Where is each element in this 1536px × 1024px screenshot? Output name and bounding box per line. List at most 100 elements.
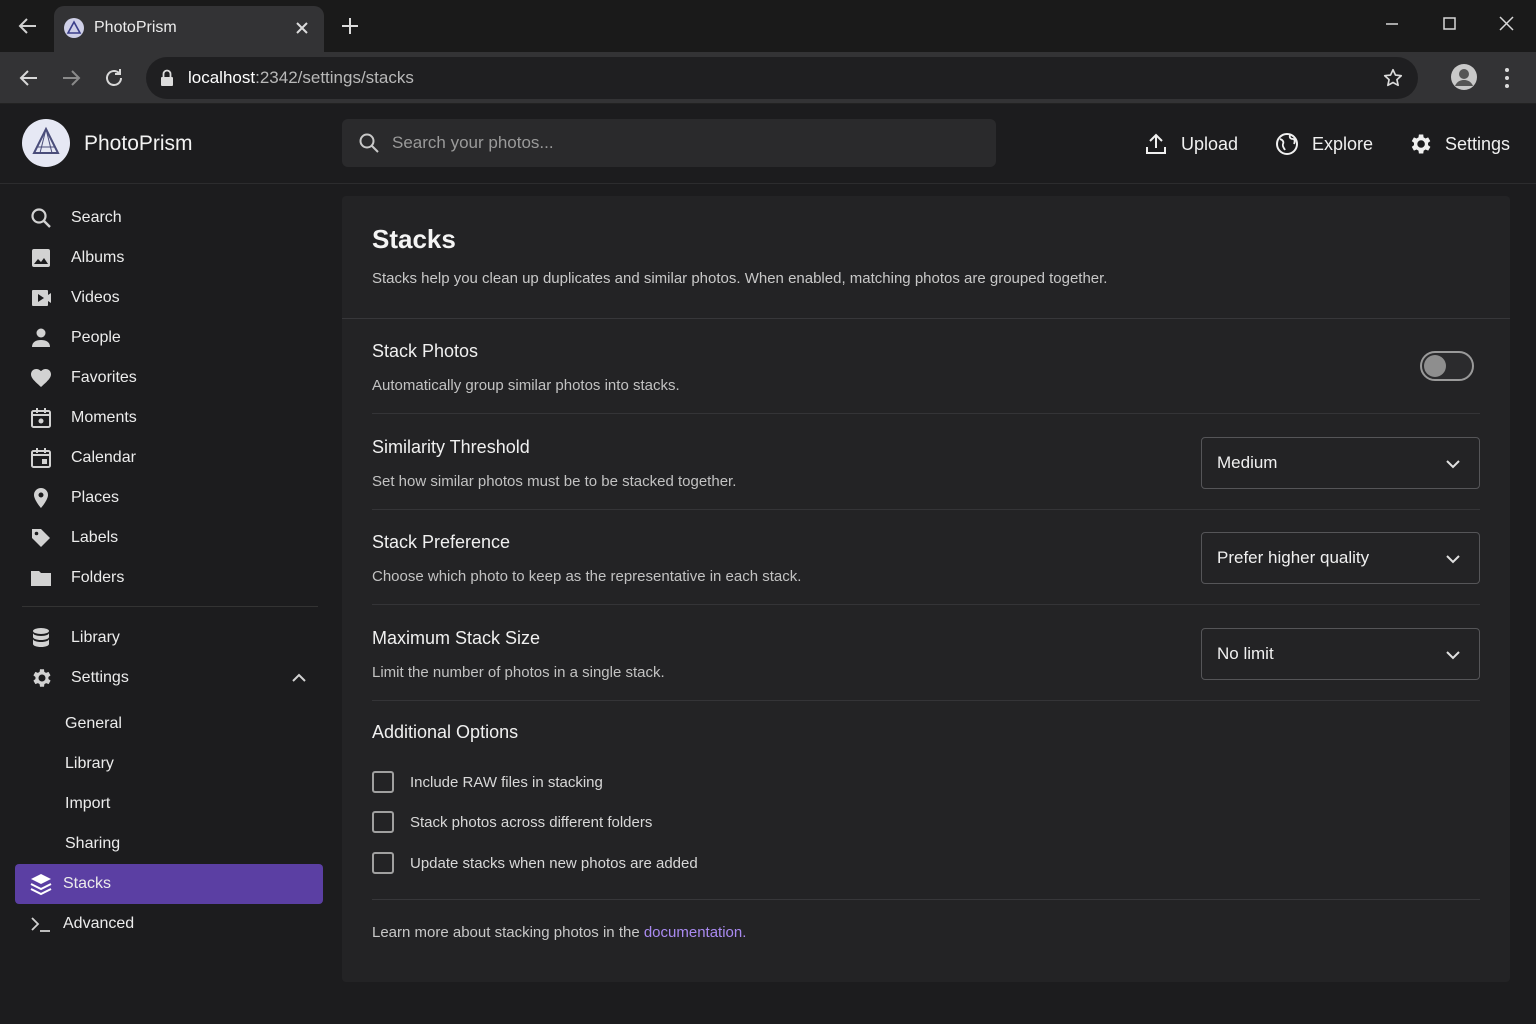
window-close-icon[interactable] bbox=[1492, 10, 1520, 38]
gear-icon bbox=[1411, 134, 1431, 154]
terminal-icon bbox=[31, 917, 50, 932]
sidebar-item-label: Places bbox=[71, 489, 120, 506]
sidebar-item-moments[interactable]: Moments bbox=[15, 398, 323, 438]
sidebar-item-folders[interactable]: Folders bbox=[15, 558, 323, 598]
calendar-moments-icon bbox=[31, 408, 51, 428]
documentation-note: Learn more about stacking photos in the … bbox=[372, 924, 746, 941]
checkbox[interactable] bbox=[372, 852, 394, 874]
map-pin-icon bbox=[34, 488, 48, 508]
profile-avatar-icon[interactable] bbox=[1450, 63, 1478, 91]
sidebar-subitem-label: Sharing bbox=[65, 835, 121, 852]
select-value: Prefer higher quality bbox=[1217, 548, 1370, 567]
sidebar-subitem-general[interactable]: General bbox=[15, 704, 323, 744]
stack-photos-row: Stack Photos Automatically group similar… bbox=[372, 319, 1480, 414]
settings-label: Settings bbox=[1445, 133, 1511, 154]
sidebar-item-people[interactable]: People bbox=[15, 318, 323, 358]
explore-label: Explore bbox=[1312, 133, 1374, 154]
sidebar-item-videos[interactable]: Videos bbox=[15, 278, 323, 318]
checkbox[interactable] bbox=[372, 811, 394, 833]
sidebar-item-search[interactable]: Search bbox=[15, 198, 323, 238]
back-arrow-icon[interactable] bbox=[16, 14, 40, 38]
sidebar-subitem-label: General bbox=[65, 715, 122, 732]
stack-preference-select[interactable]: Prefer higher quality bbox=[1201, 532, 1480, 584]
additional-options-title: Additional Options bbox=[372, 722, 519, 742]
sidebar-item-label: Search bbox=[71, 209, 122, 226]
photoprism-logo-icon[interactable] bbox=[22, 119, 70, 167]
divider bbox=[372, 899, 1480, 900]
option-include-raw[interactable]: Include RAW files in stacking bbox=[372, 770, 603, 794]
max-stack-size-title: Maximum Stack Size bbox=[372, 628, 541, 648]
sidebar-subitem-stacks[interactable]: Stacks bbox=[15, 864, 323, 904]
sidebar-subitem-import[interactable]: Import bbox=[15, 784, 323, 824]
search-icon bbox=[31, 208, 51, 228]
option-update-stacks[interactable]: Update stacks when new photos are added bbox=[372, 851, 698, 875]
minimize-icon[interactable] bbox=[1378, 10, 1406, 38]
browser-tab[interactable]: PhotoPrism bbox=[54, 6, 324, 52]
new-tab-icon[interactable] bbox=[338, 14, 362, 38]
max-stack-size-description: Limit the number of photos in a single s… bbox=[372, 664, 665, 681]
maximize-icon[interactable] bbox=[1435, 10, 1463, 38]
sidebar-item-calendar[interactable]: Calendar bbox=[15, 438, 323, 478]
app-header: PhotoPrism Upload Explore Settings bbox=[0, 104, 1536, 184]
sidebar-subitem-label: Library bbox=[65, 755, 114, 772]
stack-preference-description: Choose which photo to keep as the repres… bbox=[372, 568, 802, 585]
option-label: Stack photos across different folders bbox=[410, 813, 653, 831]
page-description: Stacks help you clean up duplicates and … bbox=[372, 270, 1108, 287]
explore-button[interactable]: Explore bbox=[1274, 128, 1373, 160]
search-input[interactable] bbox=[392, 131, 972, 155]
option-across-folders[interactable]: Stack photos across different folders bbox=[372, 810, 652, 834]
sidebar-subitem-advanced[interactable]: Advanced bbox=[15, 904, 323, 944]
max-stack-size-select[interactable]: No limit bbox=[1201, 628, 1480, 680]
select-value: Medium bbox=[1217, 453, 1278, 472]
folder-icon bbox=[31, 571, 51, 586]
sidebar-item-label: People bbox=[71, 329, 121, 346]
sidebar-item-library[interactable]: Library bbox=[15, 618, 323, 658]
stack-photos-toggle[interactable] bbox=[1420, 351, 1474, 381]
sidebar-item-label: Settings bbox=[71, 669, 129, 686]
sidebar-item-settings[interactable]: Settings bbox=[15, 658, 323, 698]
sidebar-item-label: Calendar bbox=[71, 449, 136, 466]
search-icon bbox=[358, 132, 380, 154]
sidebar-item-places[interactable]: Places bbox=[15, 478, 323, 518]
sidebar-item-favorites[interactable]: Favorites bbox=[15, 358, 323, 398]
layers-icon bbox=[30, 874, 52, 896]
sidebar-item-albums[interactable]: Albums bbox=[15, 238, 323, 278]
chevron-up-icon[interactable] bbox=[289, 668, 309, 688]
back-icon[interactable] bbox=[16, 65, 42, 91]
browser-menu-icon[interactable] bbox=[1496, 64, 1518, 92]
globe-icon bbox=[1276, 133, 1298, 155]
forward-icon[interactable] bbox=[58, 65, 84, 91]
browser-address-bar: localhost:2342/settings/stacks bbox=[0, 52, 1536, 104]
stack-photos-title: Stack Photos bbox=[372, 341, 479, 361]
sidebar-item-label: Albums bbox=[71, 249, 125, 266]
similarity-threshold-description: Set how similar photos must be to be sta… bbox=[372, 473, 737, 490]
toggle-knob bbox=[1424, 355, 1446, 377]
url-text: localhost:2342/settings/stacks bbox=[188, 68, 414, 88]
close-tab-icon[interactable] bbox=[292, 18, 312, 38]
documentation-link[interactable]: documentation. bbox=[644, 924, 747, 941]
reload-icon[interactable] bbox=[101, 65, 127, 91]
settings-button[interactable]: Settings bbox=[1407, 128, 1510, 160]
bookmark-star-icon[interactable] bbox=[1382, 67, 1404, 89]
sidebar-subitem-sharing[interactable]: Sharing bbox=[15, 824, 323, 864]
sidebar-item-label: Favorites bbox=[71, 369, 137, 386]
url-bar[interactable]: localhost:2342/settings/stacks bbox=[146, 57, 1418, 99]
sidebar-subitem-library[interactable]: Library bbox=[15, 744, 323, 784]
stack-preference-title: Stack Preference bbox=[372, 532, 511, 552]
lock-icon[interactable] bbox=[158, 68, 176, 88]
sidebar-subitem-label: Stacks bbox=[63, 875, 112, 892]
checkbox[interactable] bbox=[372, 771, 394, 793]
sidebar-item-labels[interactable]: Labels bbox=[15, 518, 323, 558]
sidebar: Search Albums Videos People Favorites Mo… bbox=[0, 184, 338, 1024]
tag-icon bbox=[32, 529, 50, 547]
sidebar-item-label: Folders bbox=[71, 569, 125, 586]
max-stack-size-row: Maximum Stack Size Limit the number of p… bbox=[372, 606, 1480, 701]
upload-button[interactable]: Upload bbox=[1143, 128, 1238, 160]
similarity-threshold-row: Similarity Threshold Set how similar pho… bbox=[372, 415, 1480, 510]
footer-text: Learn more about stacking photos in the bbox=[372, 924, 644, 941]
sidebar-item-label: Library bbox=[71, 629, 120, 646]
search-bar[interactable] bbox=[342, 119, 996, 167]
similarity-threshold-select[interactable]: Medium bbox=[1201, 437, 1480, 489]
sidebar-divider bbox=[22, 606, 318, 607]
browser-tab-bar: PhotoPrism bbox=[0, 0, 1536, 52]
